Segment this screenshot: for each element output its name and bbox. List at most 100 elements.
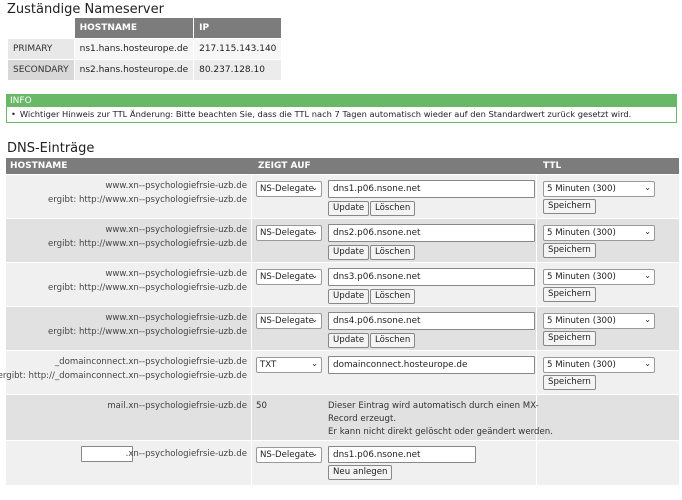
update-button[interactable]: Update <box>328 289 370 304</box>
record-type-select[interactable]: NS-Delegate ⌄ <box>256 225 322 241</box>
update-button[interactable]: Update <box>328 201 370 216</box>
nameserver-table: HOSTNAME IP PRIMARY ns1.hans.hosteurope.… <box>7 17 283 81</box>
ttl-value: 5 Minuten (300) <box>547 228 616 238</box>
nameserver-ip: 80.237.128.10 <box>193 59 283 81</box>
nameserver-hostname: ns1.hans.hosteurope.de <box>73 38 195 60</box>
record-result: ergibt: http://www.xn--psychologiefrsie-… <box>48 327 247 337</box>
update-button[interactable]: Update <box>328 333 370 348</box>
mx-target-cell: 50 Dieser Eintrag wird automatisch durch… <box>253 395 553 440</box>
ttl-value: 5 Minuten (300) <box>547 316 616 326</box>
delete-button[interactable]: Löschen <box>370 333 416 348</box>
dns-header-ttl: TTL <box>543 161 562 171</box>
record-hostname: www.xn--psychologiefrsie-uzb.de <box>105 269 247 279</box>
new-ttl-cell <box>538 441 679 485</box>
update-button[interactable]: Update <box>328 245 370 260</box>
nameserver-label: SECONDARY <box>7 59 75 81</box>
mx-hostname: mail.xn--psychologiefrsie-uzb.de <box>107 401 247 411</box>
new-type-select[interactable]: NS-Delegate ⌄ <box>256 447 322 463</box>
chevron-down-icon: ⌄ <box>311 271 318 280</box>
bullet-icon: • <box>11 109 16 119</box>
save-button[interactable]: Speichern <box>543 199 596 214</box>
nameserver-header-ip: IP <box>193 17 283 39</box>
record-type-select[interactable]: NS-Delegate ⌄ <box>256 313 322 329</box>
delete-button[interactable]: Löschen <box>370 245 416 260</box>
record-type-select[interactable]: NS-Delegate ⌄ <box>256 269 322 285</box>
record-result: ergibt: http://www.xn--psychologiefrsie-… <box>48 239 247 249</box>
ttl-select[interactable]: 5 Minuten (300) ⌄ <box>543 181 655 197</box>
record-type-value: NS-Delegate <box>260 316 314 326</box>
chevron-down-icon: ⌄ <box>311 449 318 458</box>
record-host-cell: _domainconnect.xn--psychologiefrsie-uzb.… <box>0 351 252 394</box>
ttl-select[interactable]: 5 Minuten (300) ⌄ <box>543 225 655 241</box>
dns-record-row: www.xn--psychologiefrsie-uzb.de ergibt: … <box>6 219 679 263</box>
record-hostname: _domainconnect.xn--psychologiefrsie-uzb.… <box>54 357 247 367</box>
new-host-suffix: .xn--psychologiefrsie-uzb.de <box>125 449 247 459</box>
ttl-value: 5 Minuten (300) <box>547 272 616 282</box>
record-host-cell: www.xn--psychologiefrsie-uzb.de ergibt: … <box>6 219 252 262</box>
info-message: Wichtiger Hinweis zur TTL Änderung: Bitt… <box>19 109 632 119</box>
dns-table: HOSTNAME ZEIGT AUF TTL www.xn--psycholog… <box>0 158 679 486</box>
new-target-cell: NS-Delegate ⌄ dns1.p06.nsone.net Neu anle… <box>253 441 537 485</box>
record-target-cell: NS-Delegate ⌄ dns4.p06.nsone.net Update L… <box>253 307 537 350</box>
dns-header-target: ZEIGT AUF <box>258 161 311 171</box>
dns-title: DNS-Einträge <box>7 141 95 156</box>
record-type-select[interactable]: NS-Delegate ⌄ <box>256 181 322 197</box>
ttl-value: 5 Minuten (300) <box>547 184 616 194</box>
save-button[interactable]: Speichern <box>543 287 596 302</box>
chevron-down-icon: ⌄ <box>311 315 318 324</box>
record-ttl-cell: 5 Minuten (300) ⌄ Speichern <box>538 263 679 306</box>
record-type-value: TXT <box>260 360 277 370</box>
chevron-down-icon: ⌄ <box>644 359 651 368</box>
dns-record-row: www.xn--psychologiefrsie-uzb.de ergibt: … <box>6 307 679 351</box>
nameserver-label: PRIMARY <box>7 38 75 60</box>
new-target-input[interactable]: dns1.p06.nsone.net <box>328 446 476 463</box>
delete-button[interactable]: Löschen <box>370 201 416 216</box>
ttl-select[interactable]: 5 Minuten (300) ⌄ <box>543 357 655 373</box>
nameserver-header-hostname: HOSTNAME <box>73 17 195 39</box>
record-host-cell: www.xn--psychologiefrsie-uzb.de ergibt: … <box>6 307 252 350</box>
new-type-value: NS-Delegate <box>260 450 314 460</box>
mx-note-line: Dieser Eintrag wird automatisch durch ei… <box>328 401 539 411</box>
record-target-input[interactable]: domainconnect.hosteurope.de <box>328 356 535 374</box>
dns-mx-row: mail.xn--psychologiefrsie-uzb.de 50 Dies… <box>6 395 679 441</box>
record-target-input[interactable]: dns4.p06.nsone.net <box>328 312 535 330</box>
dns-header-hostname: HOSTNAME <box>10 161 68 171</box>
record-target-cell: NS-Delegate ⌄ dns3.p06.nsone.net Update L… <box>253 263 537 306</box>
save-button[interactable]: Speichern <box>543 331 596 346</box>
record-ttl-cell: 5 Minuten (300) ⌄ Speichern <box>538 307 679 350</box>
record-target-input[interactable]: dns2.p06.nsone.net <box>328 224 535 242</box>
record-type-value: NS-Delegate <box>260 272 314 282</box>
create-button[interactable]: Neu anlegen <box>328 465 393 480</box>
chevron-down-icon: ⌄ <box>644 315 651 324</box>
record-target-cell: TXT ⌄ domainconnect.hosteurope.de <box>253 351 537 394</box>
record-target-cell: NS-Delegate ⌄ dns2.p06.nsone.net Update L… <box>253 219 537 262</box>
nameserver-hostname: ns2.hans.hosteurope.de <box>73 59 195 81</box>
record-hostname: www.xn--psychologiefrsie-uzb.de <box>105 225 247 235</box>
record-type-select[interactable]: TXT ⌄ <box>256 357 322 373</box>
nameserver-row-secondary: SECONDARY ns2.hans.hosteurope.de 80.237.… <box>7 59 283 81</box>
dns-record-row: www.xn--psychologiefrsie-uzb.de ergibt: … <box>6 175 679 219</box>
record-ttl-cell: 5 Minuten (300) ⌄ Speichern <box>538 351 679 394</box>
chevron-down-icon: ⌄ <box>311 359 318 368</box>
ttl-select[interactable]: 5 Minuten (300) ⌄ <box>543 269 655 285</box>
chevron-down-icon: ⌄ <box>311 183 318 192</box>
nameserver-row-primary: PRIMARY ns1.hans.hosteurope.de 217.115.1… <box>7 38 283 60</box>
nameserver-ip: 217.115.143.140 <box>193 38 283 60</box>
info-message-line: • Wichtiger Hinweis zur TTL Änderung: Bit… <box>7 107 676 119</box>
mx-note-line: Er kann nicht direkt gelöscht oder geänd… <box>328 427 553 437</box>
chevron-down-icon: ⌄ <box>311 227 318 236</box>
record-hostname: www.xn--psychologiefrsie-uzb.de <box>105 181 247 191</box>
info-title: INFO <box>7 95 676 107</box>
save-button[interactable]: Speichern <box>543 243 596 258</box>
ttl-select[interactable]: 5 Minuten (300) ⌄ <box>543 313 655 329</box>
record-target-input[interactable]: dns1.p06.nsone.net <box>328 180 535 198</box>
new-host-cell: .xn--psychologiefrsie-uzb.de <box>6 441 252 485</box>
save-button[interactable]: Speichern <box>543 375 596 390</box>
ttl-value: 5 Minuten (300) <box>547 360 616 370</box>
record-result: ergibt: http://_domainconnect.xn--psycho… <box>0 371 247 381</box>
delete-button[interactable]: Löschen <box>370 289 416 304</box>
record-type-value: NS-Delegate <box>260 228 314 238</box>
chevron-down-icon: ⌄ <box>644 183 651 192</box>
chevron-down-icon: ⌄ <box>644 271 651 280</box>
record-target-input[interactable]: dns3.p06.nsone.net <box>328 268 535 286</box>
